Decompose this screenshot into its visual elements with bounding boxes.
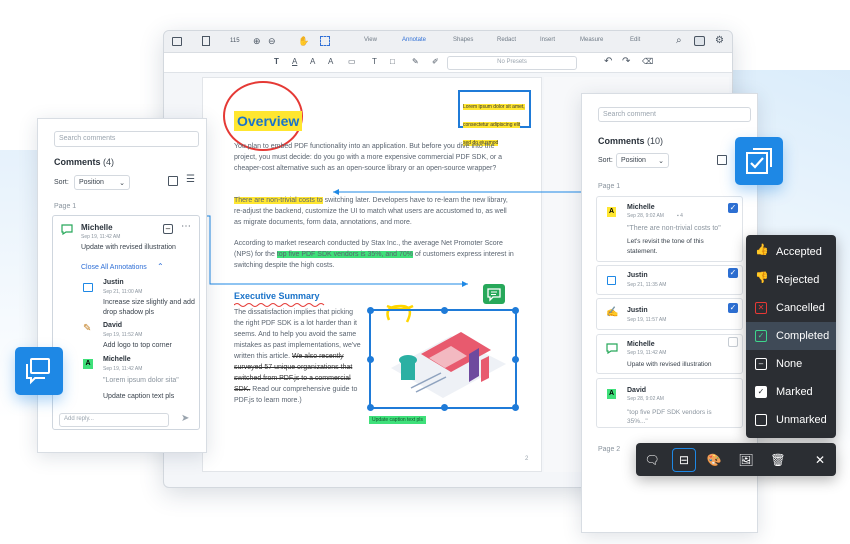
status-marked[interactable]: ✓ Marked xyxy=(746,378,836,406)
signature-icon: ✍ xyxy=(606,307,619,318)
status-cancelled[interactable]: ✕ Cancelled xyxy=(746,294,836,322)
left-comments-panel: Search comments Comments (4) Sort: Posit… xyxy=(37,118,207,453)
comment-card-justin[interactable]: Justin Sep 21, 11:35 AM ✓ xyxy=(596,265,743,295)
sort-label: Sort: xyxy=(598,157,613,164)
trash-icon[interactable]: 🗑 xyxy=(770,452,786,468)
rectangle-icon xyxy=(83,283,93,292)
comments-heading: Comments (4) xyxy=(54,157,115,167)
sort-label: Sort: xyxy=(54,179,69,186)
search-comment-input[interactable]: Search comment xyxy=(598,107,751,122)
page-2-label: Page 2 xyxy=(598,446,621,453)
comments-badge-icon xyxy=(15,347,63,395)
annotation-action-bar: 🗨 ⊟ 🎨 🖼 🗑 ✕ xyxy=(636,443,836,476)
sort-dropdown[interactable]: Position ⌄ xyxy=(616,153,669,168)
multi-select-icon[interactable] xyxy=(717,155,727,165)
comment-card-michelle-2[interactable]: Michelle Sep 19, 11:42 AM Upate with rev… xyxy=(596,334,743,374)
comment-thread-michelle[interactable]: Michelle Sep 19, 11:42 AM – ⋯ Update wit… xyxy=(52,215,200,430)
close-all-annotations-link[interactable]: Close All Annotations xyxy=(81,264,147,271)
status-icon[interactable]: – xyxy=(163,224,173,234)
chevron-up-icon[interactable]: ⌃ xyxy=(157,262,164,271)
comment-icon xyxy=(61,224,73,235)
status-none[interactable]: – None xyxy=(746,350,836,378)
unselected-checkbox[interactable] xyxy=(728,337,738,347)
image-icon[interactable]: 🖼 xyxy=(738,452,754,468)
close-icon[interactable]: ✕ xyxy=(812,452,828,468)
palette-icon[interactable]: 🎨 xyxy=(706,452,722,468)
comment-icon xyxy=(606,343,618,354)
comment-icon[interactable]: 🗨 xyxy=(644,452,660,468)
comment-card-justin-2[interactable]: ✍ Justin Sep 19, 11:57 AM ✓ xyxy=(596,298,743,330)
status-completed[interactable]: ✓ Completed xyxy=(746,322,836,350)
selected-checkbox[interactable]: ✓ xyxy=(728,303,738,313)
reply-input[interactable]: Add reply... xyxy=(59,413,169,427)
page-label: Page 1 xyxy=(54,203,77,210)
search-comments-input[interactable]: Search comments xyxy=(54,131,199,147)
checkmark-badge-icon xyxy=(735,137,783,185)
page-label: Page 1 xyxy=(598,183,621,190)
status-accepted[interactable]: 👍 Accepted xyxy=(746,238,836,266)
selected-checkbox[interactable]: ✓ xyxy=(728,268,738,278)
text-highlight-icon: A xyxy=(607,207,616,217)
sort-dropdown[interactable]: Position ⌄ xyxy=(74,175,130,190)
comment-card-michelle[interactable]: A Michelle Sep 28, 9:02 AM ▪ 4 ✓ "There … xyxy=(596,196,743,262)
filter-icon[interactable]: ☰ xyxy=(186,174,195,185)
comments-heading: Comments (10) xyxy=(598,136,664,146)
pen-icon: ✎ xyxy=(83,323,92,334)
status-rejected[interactable]: 👎 Rejected xyxy=(746,266,836,294)
more-options-icon[interactable]: ⋯ xyxy=(181,221,191,232)
text-highlight-icon: A xyxy=(83,359,93,369)
status-menu: 👍 Accepted 👎 Rejected ✕ Cancelled ✓ Complete… xyxy=(746,235,836,438)
reply-count: ▪ 4 xyxy=(677,213,683,219)
multi-select-icon[interactable] xyxy=(168,176,178,186)
comment-card-david[interactable]: A David Sep 28, 9:02 AM "top five PDF SD… xyxy=(596,378,743,428)
status-unmarked[interactable]: Unmarked xyxy=(746,406,836,434)
selected-checkbox[interactable]: ✓ xyxy=(728,203,738,213)
rectangle-icon xyxy=(607,276,616,285)
text-highlight-icon: A xyxy=(607,389,616,399)
send-icon[interactable]: ➤ xyxy=(181,413,189,424)
status-icon[interactable]: ⊟ xyxy=(672,448,696,472)
